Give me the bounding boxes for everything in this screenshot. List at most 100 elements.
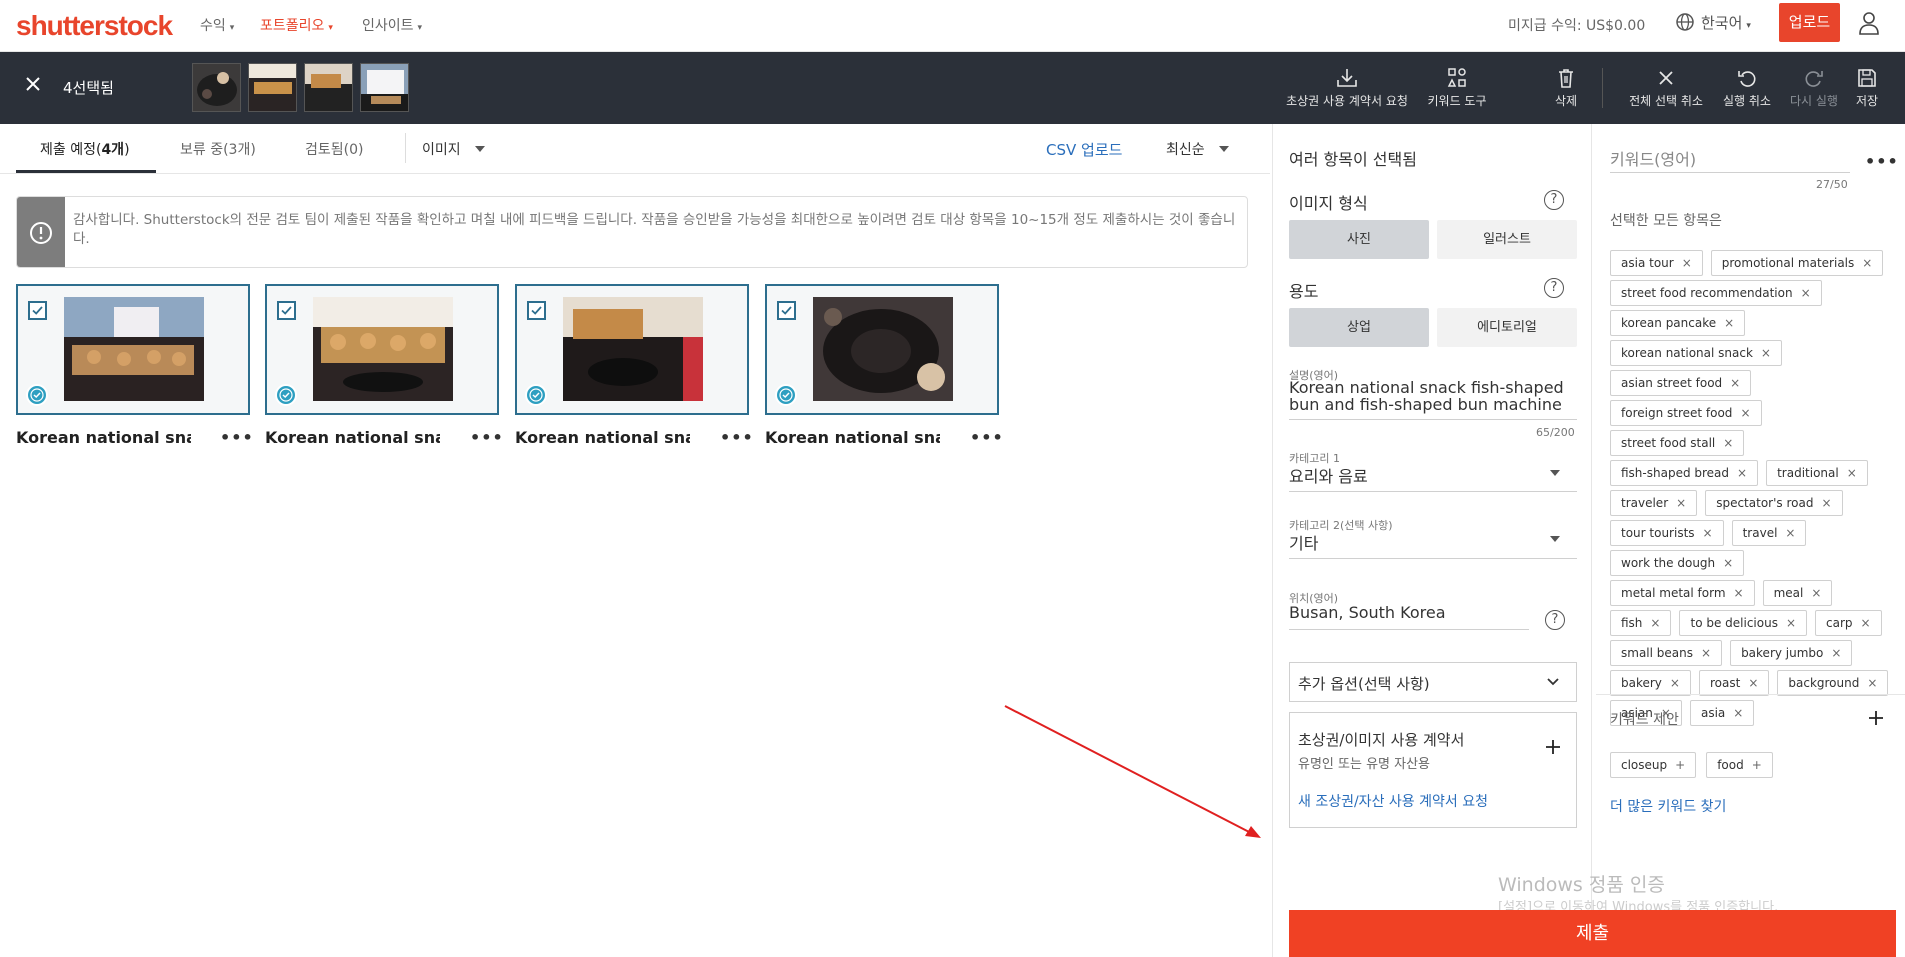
card-checkbox[interactable] bbox=[527, 301, 546, 320]
keyword-chip[interactable]: carp × bbox=[1815, 610, 1882, 636]
remove-keyword-icon[interactable]: × bbox=[1734, 586, 1744, 600]
image-card[interactable] bbox=[265, 284, 499, 415]
language-selector[interactable]: 한국어 ▾ bbox=[1675, 12, 1751, 33]
tab-to-submit[interactable]: 제출 예정(4개) bbox=[40, 139, 130, 159]
shutterstock-logo[interactable]: shutterstock bbox=[16, 10, 173, 42]
upload-button[interactable]: 업로드 bbox=[1779, 3, 1840, 42]
remove-keyword-icon[interactable]: × bbox=[1862, 256, 1872, 270]
selected-thumbnail[interactable] bbox=[192, 63, 241, 112]
delete-tool[interactable]: 삭제 bbox=[1548, 67, 1584, 109]
remove-keyword-icon[interactable]: × bbox=[1740, 406, 1750, 420]
image-card[interactable] bbox=[515, 284, 749, 415]
keyword-chip[interactable]: fish-shaped bread × bbox=[1610, 460, 1759, 486]
card-more-button[interactable]: ••• bbox=[970, 428, 1004, 447]
remove-keyword-icon[interactable]: × bbox=[1730, 376, 1740, 390]
remove-keyword-icon[interactable]: × bbox=[1785, 526, 1795, 540]
keyword-chip[interactable]: bakery jumbo × bbox=[1730, 640, 1853, 666]
keyword-chip[interactable]: asia tour × bbox=[1610, 250, 1703, 276]
card-more-button[interactable]: ••• bbox=[220, 428, 254, 447]
category1-select[interactable]: 요리와 음료 bbox=[1289, 463, 1368, 487]
find-more-keywords-link[interactable]: 더 많은 키워드 찾기 bbox=[1610, 796, 1726, 816]
keyword-chip[interactable]: tour tourists × bbox=[1610, 520, 1724, 546]
keyword-chip[interactable]: street food recommendation × bbox=[1610, 280, 1822, 306]
nav-earnings[interactable]: 수익 ▾ bbox=[200, 15, 234, 35]
remove-keyword-icon[interactable]: × bbox=[1847, 466, 1857, 480]
keyword-chip[interactable]: travel × bbox=[1731, 520, 1807, 546]
user-account-icon[interactable] bbox=[1857, 10, 1881, 36]
usage-editorial-button[interactable]: 에디토리얼 bbox=[1437, 308, 1577, 347]
image-card[interactable] bbox=[16, 284, 250, 415]
undo-tool[interactable]: 실행 취소 bbox=[1720, 67, 1774, 109]
keyword-chip[interactable]: asia × bbox=[1689, 700, 1755, 726]
remove-keyword-icon[interactable]: × bbox=[1748, 676, 1758, 690]
close-selection-button[interactable] bbox=[25, 76, 41, 96]
remove-keyword-icon[interactable]: × bbox=[1861, 616, 1871, 630]
remove-keyword-icon[interactable]: × bbox=[1811, 586, 1821, 600]
keyword-suggestion[interactable]: closeup + bbox=[1610, 752, 1697, 778]
remove-keyword-icon[interactable]: × bbox=[1701, 646, 1711, 660]
keyword-input[interactable]: 키워드(영어) bbox=[1610, 146, 1696, 170]
release-request-tool[interactable]: 초상권 사용 계약서 요청 bbox=[1282, 67, 1412, 109]
help-icon[interactable]: ? bbox=[1544, 190, 1564, 210]
card-checkbox[interactable] bbox=[777, 301, 796, 320]
keyword-chip[interactable]: street food stall × bbox=[1610, 430, 1745, 456]
remove-keyword-icon[interactable]: × bbox=[1801, 286, 1811, 300]
nav-insights[interactable]: 인사이트 ▾ bbox=[362, 15, 422, 35]
keyword-chip[interactable]: foreign street food × bbox=[1610, 400, 1762, 426]
nav-portfolio[interactable]: 포트폴리오 ▾ bbox=[260, 15, 333, 35]
card-checkbox[interactable] bbox=[28, 301, 47, 320]
keyword-chip[interactable]: background × bbox=[1777, 670, 1889, 696]
keyword-chip[interactable]: korean national snack × bbox=[1610, 340, 1782, 366]
image-card[interactable] bbox=[765, 284, 999, 415]
remove-keyword-icon[interactable]: × bbox=[1737, 466, 1747, 480]
keyword-chip[interactable]: fish × bbox=[1610, 610, 1672, 636]
help-icon[interactable]: ? bbox=[1545, 610, 1565, 630]
keyword-chip[interactable]: spectator's road × bbox=[1705, 490, 1843, 516]
image-type-photo-button[interactable]: 사진 bbox=[1289, 220, 1429, 259]
extra-options-accordion[interactable]: 추가 옵션(선택 사항) bbox=[1289, 662, 1577, 702]
selected-thumbnail[interactable] bbox=[304, 63, 353, 112]
image-type-illustration-button[interactable]: 일러스트 bbox=[1437, 220, 1577, 259]
remove-keyword-icon[interactable]: × bbox=[1703, 526, 1713, 540]
submit-button[interactable]: 제출 bbox=[1289, 910, 1896, 957]
selected-thumbnail[interactable] bbox=[248, 63, 297, 112]
remove-keyword-icon[interactable]: × bbox=[1733, 706, 1743, 720]
keyword-chip[interactable]: bakery × bbox=[1610, 670, 1691, 696]
keyword-chip[interactable]: metal metal form × bbox=[1610, 580, 1755, 606]
sort-dropdown[interactable]: 최신순 bbox=[1166, 139, 1229, 159]
tab-reviewed[interactable]: 검토됨(0) bbox=[305, 139, 363, 159]
keyword-chip[interactable]: asian street food × bbox=[1610, 370, 1752, 396]
keyword-suggestion[interactable]: food + bbox=[1706, 752, 1773, 778]
keyword-chip[interactable]: to be delicious × bbox=[1679, 610, 1808, 636]
card-more-button[interactable]: ••• bbox=[470, 428, 504, 447]
keyword-chip[interactable]: traveler × bbox=[1610, 490, 1698, 516]
plus-icon[interactable] bbox=[1545, 739, 1561, 755]
description-field[interactable]: Korean national snack fish-shaped bun an… bbox=[1289, 379, 1579, 413]
csv-upload-link[interactable]: CSV 업로드 bbox=[1046, 139, 1122, 160]
keyword-chip[interactable]: meal × bbox=[1762, 580, 1833, 606]
remove-keyword-icon[interactable]: × bbox=[1676, 496, 1686, 510]
keyword-tool[interactable]: 키워드 도구 bbox=[1422, 67, 1492, 109]
remove-keyword-icon[interactable]: × bbox=[1867, 676, 1877, 690]
deselect-all-tool[interactable]: 전체 선택 취소 bbox=[1626, 67, 1706, 109]
location-input[interactable]: Busan, South Korea bbox=[1289, 603, 1446, 622]
remove-keyword-icon[interactable]: × bbox=[1761, 346, 1771, 360]
category2-select[interactable]: 기타 bbox=[1289, 530, 1318, 554]
keyword-chip[interactable]: work the dough × bbox=[1610, 550, 1745, 576]
remove-keyword-icon[interactable]: × bbox=[1670, 676, 1680, 690]
keyword-chip[interactable]: promotional materials × bbox=[1710, 250, 1884, 276]
remove-keyword-icon[interactable]: × bbox=[1723, 436, 1733, 450]
card-more-button[interactable]: ••• bbox=[720, 428, 754, 447]
keyword-chip[interactable]: small beans × bbox=[1610, 640, 1723, 666]
plus-icon[interactable] bbox=[1868, 710, 1884, 726]
media-type-dropdown[interactable]: 이미지 bbox=[422, 139, 485, 159]
keyword-more-button[interactable]: ••• bbox=[1865, 152, 1899, 171]
remove-keyword-icon[interactable]: × bbox=[1831, 646, 1841, 660]
remove-keyword-icon[interactable]: × bbox=[1650, 616, 1660, 630]
remove-keyword-icon[interactable]: × bbox=[1786, 616, 1796, 630]
card-checkbox[interactable] bbox=[277, 301, 296, 320]
keyword-chip[interactable]: traditional × bbox=[1766, 460, 1868, 486]
help-icon[interactable]: ? bbox=[1544, 278, 1564, 298]
redo-tool[interactable]: 다시 실행 bbox=[1787, 67, 1841, 109]
tab-pending[interactable]: 보류 중(3개) bbox=[180, 139, 256, 159]
